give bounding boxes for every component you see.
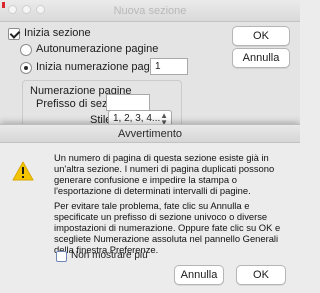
alert-ok-button[interactable]: OK: [236, 265, 286, 285]
bg-cancel-button[interactable]: Annulla: [232, 48, 290, 68]
auto-numbering-radio[interactable]: [20, 44, 32, 56]
warning-triangle-icon: [12, 161, 34, 181]
auto-numbering-label: Autonumerazione pagine: [36, 43, 159, 55]
warning-alert: Avvertimento Un numero di pagina di ques…: [0, 124, 300, 293]
section-prefix-input[interactable]: [106, 94, 150, 111]
new-section-dialog: Nuova sezione Inizia sezione Autonumeraz…: [0, 0, 300, 140]
alert-title: Avvertimento: [118, 128, 182, 140]
alert-message-1: Un numero di pagina di questa sezione es…: [54, 152, 275, 196]
alert-message-2: Per evitare tale problema, fate clic su …: [54, 200, 281, 255]
dont-show-checkbox[interactable]: [56, 251, 67, 262]
dont-show-label: Non mostrare più: [71, 250, 148, 261]
style-select-value: 1, 2, 3, 4...: [113, 113, 161, 124]
start-numbering-radio[interactable]: [20, 62, 32, 74]
bg-ok-button[interactable]: OK: [232, 26, 290, 46]
alert-titlebar: Avvertimento: [0, 125, 300, 143]
new-section-title: Nuova sezione: [113, 5, 187, 17]
alert-cancel-button[interactable]: Annulla: [174, 265, 224, 285]
start-section-label: Inizia sezione: [24, 27, 91, 39]
start-numbering-input[interactable]: 1: [150, 58, 188, 75]
screen: Nuova sezione Inizia sezione Autonumeraz…: [0, 0, 300, 293]
new-section-titlebar: Nuova sezione: [0, 0, 300, 22]
start-section-checkbox[interactable]: [8, 28, 20, 40]
